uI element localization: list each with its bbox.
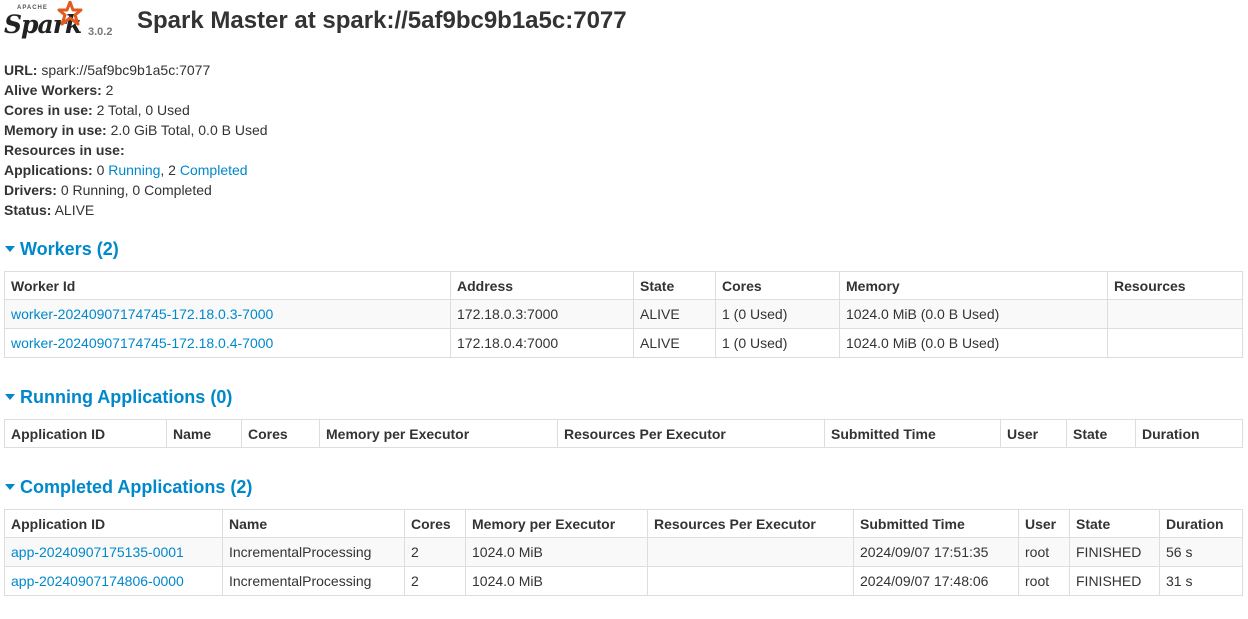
workers-title: Workers (2) — [20, 239, 119, 259]
app-memory: 1024.0 MiB — [465, 566, 648, 596]
col-address[interactable]: Address — [450, 271, 634, 300]
worker-resources — [1107, 328, 1243, 358]
col-application-id[interactable]: Application ID — [4, 509, 223, 538]
col-duration[interactable]: Duration — [1135, 419, 1243, 448]
worker-cores: 1 (0 Used) — [715, 328, 840, 358]
table-row: app-20240907174806-0000 IncrementalProce… — [4, 566, 1243, 596]
table-row: worker-20240907174745-172.18.0.4-7000 17… — [4, 328, 1243, 358]
summary-applications: Applications: 0 Running, 2 Completed — [4, 162, 248, 178]
col-name[interactable]: Name — [166, 419, 242, 448]
completed-header-row: Application ID Name Cores Memory per Exe… — [4, 509, 1243, 538]
col-memory-per-executor[interactable]: Memory per Executor — [465, 509, 648, 538]
col-state[interactable]: State — [1066, 419, 1136, 448]
summary-memory: Memory in use: 2.0 GiB Total, 0.0 B Used — [4, 122, 268, 138]
table-row: app-20240907175135-0001 IncrementalProce… — [4, 537, 1243, 567]
col-memory-per-executor[interactable]: Memory per Executor — [319, 419, 558, 448]
running-apps-table: Application ID Name Cores Memory per Exe… — [4, 419, 1243, 448]
col-submitted-time[interactable]: Submitted Time — [824, 419, 1001, 448]
app-name: IncrementalProcessing — [222, 537, 405, 567]
col-resources-per-executor[interactable]: Resources Per Executor — [647, 509, 854, 538]
worker-resources — [1107, 299, 1243, 329]
summary-drivers: Drivers: 0 Running, 0 Completed — [4, 182, 212, 198]
col-submitted-time[interactable]: Submitted Time — [853, 509, 1019, 538]
col-application-id[interactable]: Application ID — [4, 419, 167, 448]
col-state[interactable]: State — [1069, 509, 1160, 538]
caret-down-icon — [5, 246, 15, 252]
col-cores[interactable]: Cores — [715, 271, 840, 300]
workers-header-row: Worker Id Address State Cores Memory Res… — [4, 271, 1243, 300]
worker-memory: 1024.0 MiB (0.0 B Used) — [839, 299, 1108, 329]
version-label: 3.0.2 — [88, 26, 113, 38]
completed-apps-link[interactable]: Completed — [180, 162, 248, 178]
col-worker-id[interactable]: Worker Id — [4, 271, 451, 300]
app-submitted: 2024/09/07 17:51:35 — [853, 537, 1019, 567]
col-memory[interactable]: Memory — [839, 271, 1108, 300]
worker-address: 172.18.0.3:7000 — [450, 299, 634, 329]
workers-toggle[interactable]: Workers (2) — [4, 237, 1242, 261]
app-memory: 1024.0 MiB — [465, 537, 648, 567]
summary-url: URL: spark://5af9bc9b1a5c:7077 — [4, 62, 211, 78]
spark-star-icon — [57, 1, 83, 26]
app-user: root — [1018, 566, 1070, 596]
application-link[interactable]: app-20240907175135-0001 — [11, 544, 184, 560]
col-resources-per-executor[interactable]: Resources Per Executor — [557, 419, 825, 448]
app-state: FINISHED — [1069, 566, 1160, 596]
caret-down-icon — [5, 394, 15, 400]
worker-memory: 1024.0 MiB (0.0 B Used) — [839, 328, 1108, 358]
col-resources[interactable]: Resources — [1107, 271, 1243, 300]
worker-link[interactable]: worker-20240907174745-172.18.0.4-7000 — [11, 335, 273, 351]
workers-section: Workers (2) Worker Id Address State Core… — [4, 237, 1243, 358]
col-duration[interactable]: Duration — [1159, 509, 1243, 538]
running-header-row: Application ID Name Cores Memory per Exe… — [4, 419, 1243, 448]
summary-status: Status: ALIVE — [4, 202, 95, 218]
completed-apps-toggle[interactable]: Completed Applications (2) — [4, 475, 1242, 499]
caret-down-icon — [5, 484, 15, 490]
col-user[interactable]: User — [1018, 509, 1070, 538]
col-user[interactable]: User — [1000, 419, 1067, 448]
app-cores: 2 — [404, 537, 466, 567]
running-apps-link[interactable]: Running — [108, 162, 160, 178]
summary-alive-workers: Alive Workers: 2 — [4, 82, 114, 98]
app-submitted: 2024/09/07 17:48:06 — [853, 566, 1019, 596]
summary-cores: Cores in use: 2 Total, 0 Used — [4, 102, 190, 118]
worker-state: ALIVE — [633, 299, 716, 329]
workers-table: Worker Id Address State Cores Memory Res… — [4, 271, 1243, 358]
completed-apps-table: Application ID Name Cores Memory per Exe… — [4, 509, 1243, 596]
worker-link[interactable]: worker-20240907174745-172.18.0.3-7000 — [11, 306, 273, 322]
app-resources — [647, 566, 854, 596]
running-apps-title: Running Applications (0) — [20, 387, 233, 407]
worker-cores: 1 (0 Used) — [715, 299, 840, 329]
app-name: IncrementalProcessing — [222, 566, 405, 596]
col-name[interactable]: Name — [222, 509, 405, 538]
master-summary: URL: spark://5af9bc9b1a5c:7077 Alive Wor… — [4, 60, 268, 220]
running-apps-toggle[interactable]: Running Applications (0) — [4, 385, 1242, 409]
app-duration: 31 s — [1159, 566, 1243, 596]
application-link[interactable]: app-20240907174806-0000 — [11, 573, 184, 589]
summary-resources: Resources in use: — [4, 142, 125, 158]
worker-address: 172.18.0.4:7000 — [450, 328, 634, 358]
col-cores[interactable]: Cores — [241, 419, 320, 448]
app-state: FINISHED — [1069, 537, 1160, 567]
app-user: root — [1018, 537, 1070, 567]
app-resources — [647, 537, 854, 567]
app-duration: 56 s — [1159, 537, 1243, 567]
app-cores: 2 — [404, 566, 466, 596]
page-header: APACHE Spark 3.0.2 Spark Master at spark… — [4, 0, 1244, 44]
table-row: worker-20240907174745-172.18.0.3-7000 17… — [4, 299, 1243, 329]
worker-state: ALIVE — [633, 328, 716, 358]
col-state[interactable]: State — [633, 271, 716, 300]
page-title: Spark Master at spark://5af9bc9b1a5c:707… — [137, 7, 627, 34]
running-apps-section: Running Applications (0) Application ID … — [4, 385, 1243, 448]
spark-logo[interactable]: APACHE Spark — [4, 0, 88, 42]
col-cores[interactable]: Cores — [404, 509, 466, 538]
completed-apps-section: Completed Applications (2) Application I… — [4, 475, 1243, 596]
completed-apps-title: Completed Applications (2) — [20, 477, 253, 497]
